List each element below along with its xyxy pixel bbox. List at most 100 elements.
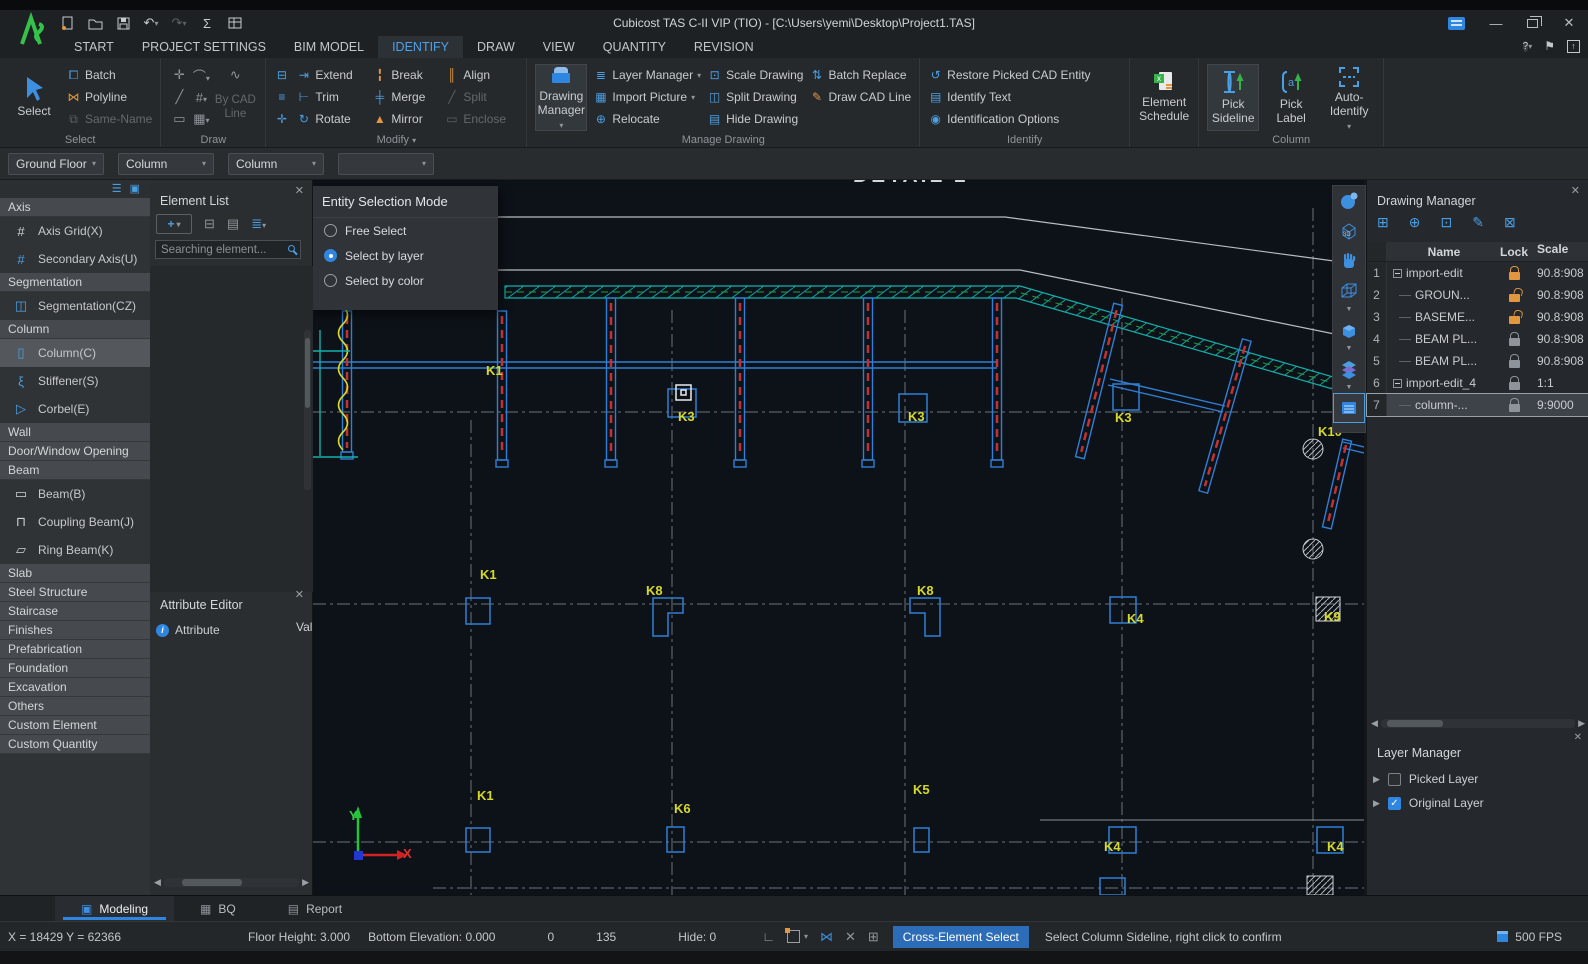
drawing-row[interactable]: 3 BASEME... 90.8:908 [1367, 306, 1588, 328]
category-header[interactable]: Slab [0, 564, 150, 583]
radio-icon[interactable] [324, 224, 337, 237]
split-drawing-button[interactable]: ◫Split Drawing [707, 86, 803, 108]
option-select-by-color[interactable]: Select by color [313, 268, 498, 293]
auto-identify-button[interactable]: Auto-Identify▾ [1323, 64, 1375, 131]
checkbox-checked[interactable]: ✓ [1388, 797, 1401, 810]
close-button[interactable]: ✕ [1560, 15, 1578, 31]
tab-identify[interactable]: IDENTIFY [378, 36, 463, 58]
point-icon[interactable]: ✛ [174, 67, 185, 83]
align-button[interactable]: ║Align [444, 64, 518, 86]
element-type-select[interactable]: Column▾ [118, 153, 214, 175]
mirror-button[interactable]: ▲Mirror [372, 108, 444, 130]
category-header[interactable]: Custom Element [0, 716, 150, 735]
tab-start[interactable]: START [60, 36, 128, 58]
pick-label-button[interactable]: a Pick Label [1265, 64, 1317, 131]
copy-element-icon[interactable]: ▤ [227, 216, 239, 232]
select-button[interactable]: Select [8, 64, 60, 131]
pick-sideline-button[interactable]: Pick Sideline [1207, 64, 1259, 131]
drawing-row[interactable]: 2 GROUN... 90.8:908 [1367, 284, 1588, 306]
list-view-icon[interactable]: ☰ [112, 182, 122, 196]
selection-box-icon[interactable] [787, 930, 800, 943]
drawing-row[interactable]: 5 BEAM PL... 90.8:908 [1367, 350, 1588, 372]
layers-view-icon[interactable] [1333, 354, 1365, 384]
tab-modeling[interactable]: ▣Modeling [55, 896, 174, 921]
search-icon[interactable] [288, 245, 295, 252]
category-header[interactable]: Column [0, 320, 150, 339]
new-file-icon[interactable] [58, 14, 76, 32]
unlock-icon[interactable] [1509, 294, 1520, 302]
spline-icon[interactable]: ∿ [230, 67, 241, 83]
tab-quantity[interactable]: QUANTITY [589, 36, 680, 58]
expand-icon[interactable]: ▶ [1373, 774, 1380, 785]
batch-replace-button[interactable]: ⇅Batch Replace [809, 64, 911, 86]
merge-button[interactable]: ╪Merge [372, 86, 444, 108]
chevron-down-icon[interactable]: ▼ [1346, 384, 1353, 393]
radio-icon[interactable] [324, 274, 337, 287]
hide-drawing-button[interactable]: ▤Hide Drawing [707, 108, 803, 130]
sidebar-item-secondary-axis[interactable]: #Secondary Axis(U) [0, 245, 150, 273]
category-header[interactable]: Others [0, 697, 150, 716]
panel-view-icon[interactable]: ▣ [130, 182, 140, 196]
layer-manager-button[interactable]: ≣Layer Manager▾ [593, 64, 701, 86]
split-button[interactable]: ╱Split [444, 86, 518, 108]
add-layer-icon[interactable]: ⊞ [868, 929, 879, 945]
wireframe-view-icon[interactable] [1333, 276, 1365, 306]
category-header[interactable]: Custom Quantity [0, 735, 150, 754]
identify-text-button[interactable]: ▤Identify Text [928, 86, 1090, 108]
scroll-right-icon[interactable]: ▶ [299, 877, 309, 888]
layers-icon[interactable]: ≣▾ [251, 216, 266, 232]
same-name-button[interactable]: ⧉Same-Name [66, 108, 152, 130]
radio-icon[interactable] [324, 249, 337, 262]
draw-cad-line-button[interactable]: ✎Draw CAD Line [809, 86, 911, 108]
hide-count[interactable]: Hide: 0 [678, 930, 716, 944]
fullscreen-icon[interactable]: ↑ [1567, 40, 1580, 53]
element-subtype-select[interactable]: Column▾ [228, 153, 324, 175]
edit-drawing-icon[interactable]: ✎ [1472, 214, 1484, 231]
category-header[interactable]: Staircase [0, 602, 150, 621]
identification-options-button[interactable]: ◉Identification Options [928, 108, 1090, 130]
snap-nodes-icon[interactable]: ⋈ [820, 929, 833, 945]
category-header[interactable]: Axis [0, 198, 150, 217]
disable-icon[interactable]: ✕ [845, 929, 856, 945]
axis-grid-icon[interactable]: #▾ [196, 90, 207, 105]
relocate-drawing-icon[interactable]: ⊕ [1409, 214, 1421, 231]
lock-icon[interactable] [1509, 272, 1520, 280]
expand-icon[interactable]: ▶ [1373, 798, 1380, 809]
close-icon[interactable]: ✕ [1571, 184, 1580, 197]
chat-icon[interactable] [1448, 17, 1465, 30]
by-cad-line-button[interactable]: By CAD Line [213, 94, 257, 122]
option-select-by-layer[interactable]: Select by layer [313, 243, 498, 268]
sidebar-item-column[interactable]: ▯Column(C) [0, 339, 150, 367]
tab-view[interactable]: VIEW [529, 36, 589, 58]
option-free-select[interactable]: Free Select [313, 218, 498, 243]
close-icon[interactable]: ✕ [1574, 732, 1582, 743]
drawing-row-selected[interactable]: 7 column-... 9:9000 [1367, 394, 1588, 416]
extend-button[interactable]: ⇥Extend [296, 64, 372, 86]
redo-button[interactable]: ↷▾ [170, 14, 188, 32]
tab-project-settings[interactable]: PROJECT SETTINGS [128, 36, 280, 58]
relocate-button[interactable]: ⊕Relocate [593, 108, 701, 130]
element-list-body[interactable] [150, 266, 313, 592]
category-header[interactable]: Beam [0, 461, 150, 480]
element-list-hscrollbar[interactable]: ◀ ▶ [154, 876, 309, 889]
enclose-button[interactable]: ▭Enclose [444, 108, 518, 130]
sidebar-item-ring-beam[interactable]: ▱Ring Beam(K) [0, 536, 150, 564]
pan-hand-icon[interactable] [1333, 246, 1365, 276]
checkbox-unchecked[interactable]: ✓ [1388, 773, 1401, 786]
element-list-scrollbar[interactable] [304, 330, 311, 490]
tab-bq[interactable]: ▦BQ [174, 896, 262, 921]
close-icon[interactable]: ✕ [295, 588, 304, 601]
sidebar-item-corbel[interactable]: ▷Corbel(E) [0, 395, 150, 423]
collapse-icon[interactable] [1393, 269, 1402, 278]
sidebar-item-beam[interactable]: ▭Beam(B) [0, 480, 150, 508]
category-header[interactable]: Excavation [0, 678, 150, 697]
scale-drawing-button[interactable]: ⊡Scale Drawing [707, 64, 803, 86]
sidebar-item-coupling-beam[interactable]: ⊓Coupling Beam(J) [0, 508, 150, 536]
arc-icon[interactable]: ⌒▾ [193, 66, 210, 85]
solid-view-icon[interactable] [1333, 315, 1365, 345]
drawing-manager-view-icon[interactable] [1333, 393, 1365, 423]
sidebar-item-axis-grid[interactable]: #Axis Grid(X) [0, 217, 150, 245]
orbit-view-icon[interactable] [1333, 186, 1365, 216]
save-icon[interactable] [114, 14, 132, 32]
line-icon[interactable]: ╱ [175, 89, 183, 105]
